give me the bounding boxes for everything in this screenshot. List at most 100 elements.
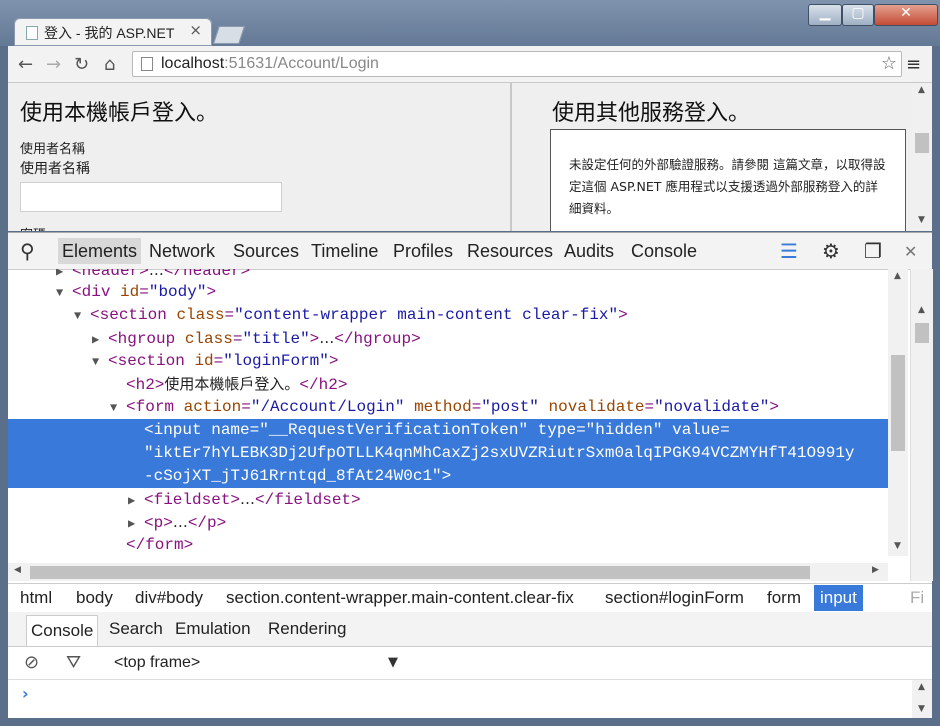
new-tab-button[interactable] bbox=[213, 26, 245, 44]
dom-node-p[interactable]: ▶ <p>…</p> bbox=[8, 511, 888, 534]
page-scroll-thumb[interactable] bbox=[915, 133, 929, 153]
forward-arrow-icon[interactable]: → bbox=[46, 54, 61, 75]
dom-node-section-login[interactable]: ▼ <section id="loginForm"> bbox=[8, 350, 888, 373]
close-window-button[interactable]: ✕ bbox=[874, 4, 938, 26]
dom-node-form[interactable]: ▼ <form action="/Account/Login" method="p… bbox=[8, 396, 888, 419]
scroll-down-icon[interactable]: ▼ bbox=[894, 541, 901, 551]
attr-name: id bbox=[120, 283, 140, 301]
drawer-tab-emulation[interactable]: Emulation bbox=[175, 619, 251, 639]
tab-profiles[interactable]: Profiles bbox=[393, 241, 453, 262]
scroll-down-icon[interactable]: ▼ bbox=[918, 215, 925, 225]
back-arrow-icon[interactable]: ← bbox=[18, 54, 33, 75]
expanded-triangle-icon[interactable]: ▼ bbox=[110, 397, 126, 420]
address-bar[interactable]: localhost:51631/Account/Login ☆ bbox=[132, 51, 902, 77]
tab-console[interactable]: Console bbox=[631, 241, 697, 262]
url-host: localhost bbox=[161, 55, 225, 72]
crumb-section-main[interactable]: section.content-wrapper.main-content.cle… bbox=[226, 588, 574, 608]
scroll-right-icon[interactable]: ▶ bbox=[872, 565, 879, 575]
bookmark-star-icon[interactable]: ☆ bbox=[881, 53, 897, 74]
ellipsis-text: … bbox=[148, 269, 164, 279]
sidebar-scroll-thumb[interactable] bbox=[915, 323, 929, 343]
title-bar: 登入 - 我的 ASP.NET × ▁ ▢ ✕ bbox=[0, 0, 940, 46]
show-drawer-icon[interactable]: ☰ bbox=[780, 239, 798, 263]
devtools-panel: ⚲ Elements Network Sources Timeline Prof… bbox=[8, 232, 933, 718]
external-login-heading: 使用其他服務登入。 bbox=[552, 101, 751, 126]
dom-node-h2[interactable]: <h2>使用本機帳戶登入。</h2> bbox=[8, 373, 888, 396]
console-scrollbar[interactable]: ▲ ▼ bbox=[912, 680, 932, 718]
elements-scroll-thumb[interactable] bbox=[891, 355, 905, 451]
expanded-triangle-icon[interactable]: ▼ bbox=[74, 305, 90, 328]
drawer-tab-rendering[interactable]: Rendering bbox=[268, 619, 346, 639]
collapsed-triangle-icon[interactable]: ▶ bbox=[92, 329, 108, 352]
url-text: localhost:51631/Account/Login bbox=[161, 55, 379, 73]
tab-timeline[interactable]: Timeline bbox=[311, 241, 378, 262]
dom-node-input-selected-line3[interactable]: -cSojXT_jTJ61Rrntqd_8fAt24W0c1"> bbox=[8, 465, 888, 488]
clear-console-icon[interactable]: ⊘ bbox=[24, 652, 39, 673]
tag-text: </h2> bbox=[299, 376, 348, 394]
attr-value: "iktEr7hYLEBK3Dj2UfpOTLLK4qnMhCaxZj2sxUV… bbox=[144, 444, 855, 462]
maximize-button[interactable]: ▢ bbox=[842, 4, 874, 26]
collapsed-triangle-icon[interactable]: ▶ bbox=[128, 490, 144, 513]
drawer-tab-bar: Console Search Emulation Rendering bbox=[8, 612, 932, 647]
attr-value: "hidden" bbox=[585, 421, 663, 439]
crumb-input[interactable]: input bbox=[814, 585, 863, 611]
page-scrollbar[interactable]: ▲ ▼ bbox=[912, 83, 932, 231]
frame-select[interactable]: <top frame> bbox=[114, 654, 200, 672]
scroll-up-icon[interactable]: ▲ bbox=[918, 85, 925, 95]
crumb-html[interactable]: html bbox=[20, 588, 52, 608]
tab-resources[interactable]: Resources bbox=[467, 241, 553, 262]
inspect-search-icon[interactable]: ⚲ bbox=[20, 239, 35, 263]
dom-node-div-body[interactable]: ▼ <div id="body"> bbox=[8, 281, 888, 304]
settings-gear-icon[interactable]: ⚙ bbox=[822, 239, 840, 263]
expanded-triangle-icon[interactable]: ▼ bbox=[92, 351, 108, 374]
scroll-up-icon[interactable]: ▲ bbox=[918, 305, 925, 315]
scroll-up-icon[interactable]: ▲ bbox=[918, 682, 925, 692]
crumb-div-body[interactable]: div#body bbox=[135, 588, 203, 608]
dom-node-form-close[interactable]: </form> bbox=[8, 534, 888, 556]
expanded-triangle-icon[interactable]: ▼ bbox=[56, 282, 72, 305]
home-icon[interactable]: ⌂ bbox=[104, 54, 115, 75]
tab-close-icon[interactable]: × bbox=[189, 21, 202, 39]
tab-network[interactable]: Network bbox=[149, 241, 215, 262]
chevron-down-icon[interactable]: ▼ bbox=[388, 655, 398, 670]
sidebar-scrollbar[interactable]: ▲ bbox=[910, 269, 933, 581]
tab-audits[interactable]: Audits bbox=[564, 241, 614, 262]
dom-node-hgroup[interactable]: ▶ <hgroup class="title">…</hgroup> bbox=[8, 327, 888, 350]
reload-icon[interactable]: ↻ bbox=[74, 54, 89, 75]
scroll-left-icon[interactable]: ◀ bbox=[14, 565, 21, 575]
elements-horizontal-scrollbar[interactable]: ◀ ▶ bbox=[8, 563, 888, 581]
scroll-up-icon[interactable]: ▲ bbox=[894, 271, 901, 281]
drawer-tab-console[interactable]: Console bbox=[26, 615, 99, 646]
tab-elements[interactable]: Elements bbox=[58, 238, 142, 264]
tab-sources[interactable]: Sources bbox=[233, 241, 299, 262]
dom-breadcrumb: html body div#body section.content-wrapp… bbox=[8, 583, 932, 613]
crumb-section-login[interactable]: section#loginForm bbox=[605, 588, 744, 608]
tag-text: form bbox=[135, 398, 175, 416]
filter-icon[interactable]: ⛛ bbox=[66, 652, 81, 673]
attr-value: -cSojXT_jTJ61Rrntqd_8fAt24W0c1"> bbox=[144, 467, 452, 485]
crumb-form[interactable]: form bbox=[767, 588, 801, 608]
tag-text: <fieldset> bbox=[144, 491, 241, 509]
crumb-body[interactable]: body bbox=[76, 588, 113, 608]
external-login-section: 使用其他服務登入。 未設定任何的外部驗證服務。請參閱 這篇文章，以取得設定這個 … bbox=[512, 83, 912, 231]
external-login-info-box: 未設定任何的外部驗證服務。請參閱 這篇文章，以取得設定這個 ASP.NET 應用… bbox=[550, 129, 906, 231]
dom-node-input-selected[interactable]: <input name="__RequestVerificationToken"… bbox=[8, 419, 888, 442]
dom-node-section-main[interactable]: ▼ <section class="content-wrapper main-co… bbox=[8, 304, 888, 327]
browser-tab[interactable]: 登入 - 我的 ASP.NET × bbox=[14, 18, 212, 46]
minimize-button[interactable]: ▁ bbox=[808, 4, 842, 26]
console-prompt[interactable]: › bbox=[22, 684, 29, 703]
menu-icon[interactable]: ≡ bbox=[906, 54, 921, 75]
username-input[interactable] bbox=[20, 182, 282, 212]
elements-vertical-scrollbar[interactable]: ▲ ▼ bbox=[888, 269, 908, 556]
scroll-down-icon[interactable]: ▼ bbox=[918, 704, 925, 714]
drawer-tab-search[interactable]: Search bbox=[109, 619, 163, 639]
devtools-tab-bar: ⚲ Elements Network Sources Timeline Prof… bbox=[8, 232, 932, 270]
collapsed-triangle-icon[interactable]: ▶ bbox=[128, 513, 144, 536]
dom-node-fieldset[interactable]: ▶ <fieldset>…</fieldset> bbox=[8, 488, 888, 511]
dock-side-icon[interactable]: ❐ bbox=[864, 239, 882, 263]
tag-text: </hgroup> bbox=[334, 330, 421, 348]
crumb-overflow[interactable]: Fi bbox=[910, 588, 924, 608]
elements-hscroll-thumb[interactable] bbox=[30, 566, 810, 579]
dom-node-input-selected-line2[interactable]: "iktEr7hYLEBK3Dj2UfpOTLLK4qnMhCaxZj2sxUV… bbox=[8, 442, 888, 465]
close-devtools-icon[interactable]: ✕ bbox=[904, 242, 917, 261]
